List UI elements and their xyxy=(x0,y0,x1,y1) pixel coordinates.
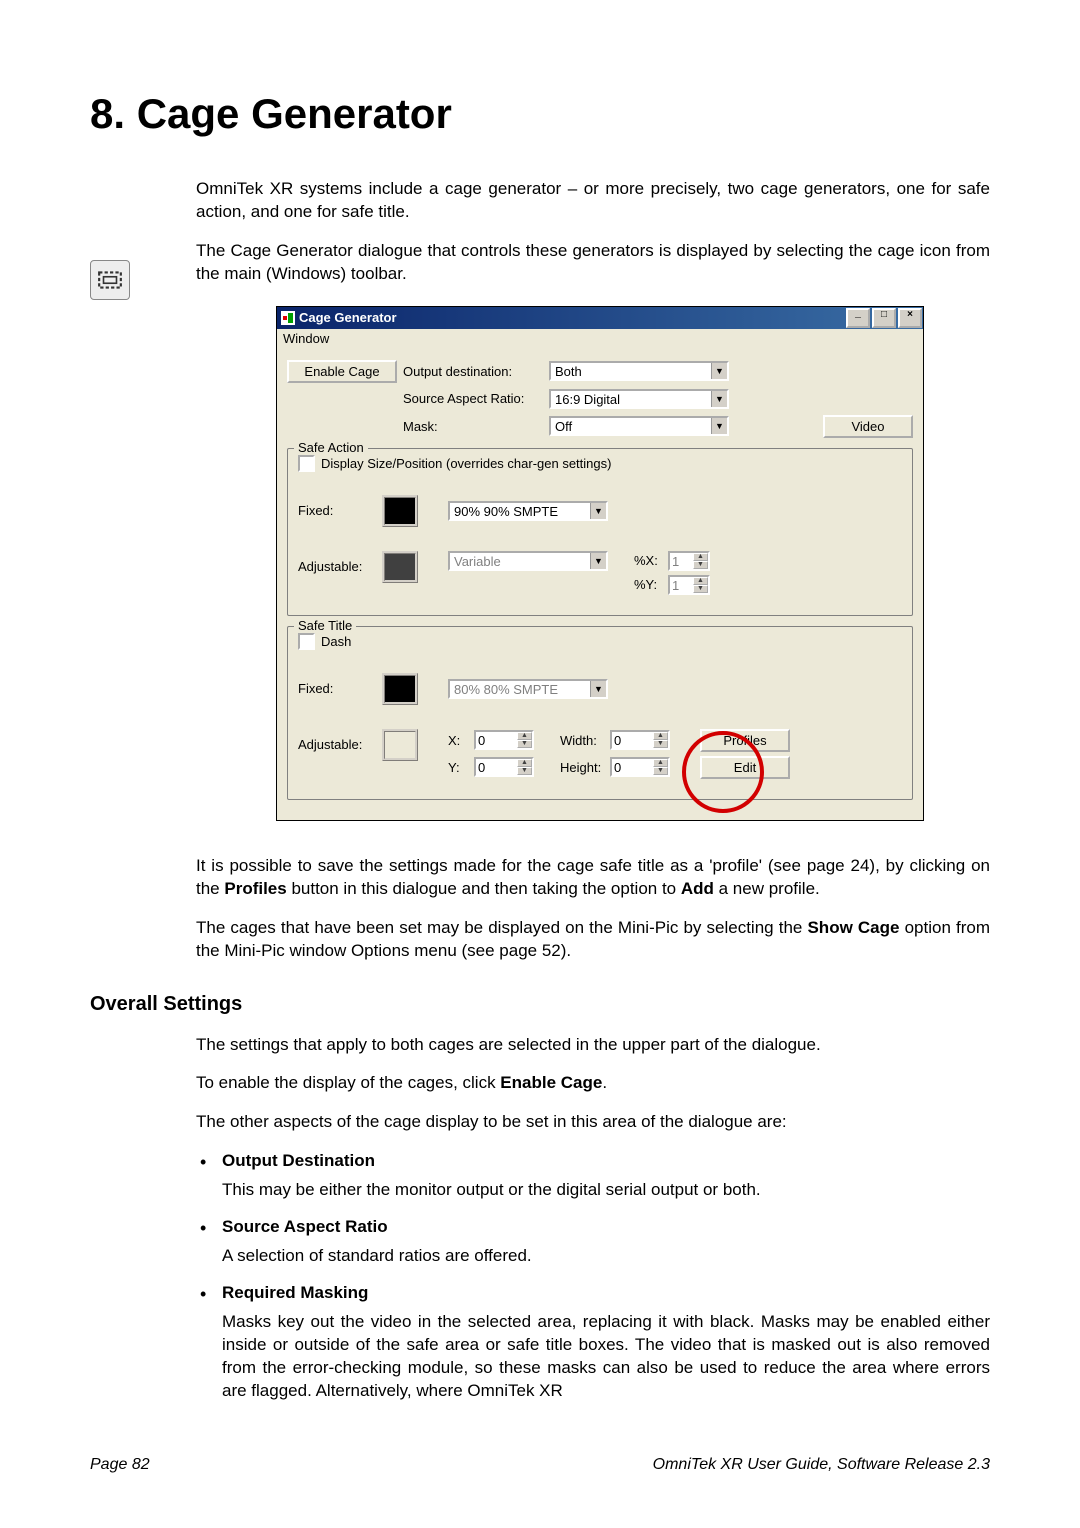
sa-xx-spinner[interactable]: 1 ▲▼ xyxy=(668,551,710,571)
st-width-spinner[interactable]: 0 ▲▼ xyxy=(610,730,670,750)
bullet-required-masking: Required Masking Masks key out the video… xyxy=(222,1282,990,1403)
spinner-down-icon: ▼ xyxy=(653,740,668,748)
overall-p3: The other aspects of the cage display to… xyxy=(196,1111,990,1134)
safe-title-legend: Safe Title xyxy=(294,618,356,633)
cage-generator-dialog: Cage Generator _ □ × Window Enable Cage … xyxy=(276,306,924,821)
sa-fixed-label: Fixed: xyxy=(298,503,376,518)
sa-adjustable-label: Adjustable: xyxy=(298,551,376,574)
display-size-position-checkbox[interactable]: Display Size/Position (overrides char-ge… xyxy=(298,455,611,472)
output-destination-value: Both xyxy=(551,363,711,379)
source-aspect-ratio-value: 16:9 Digital xyxy=(551,391,711,407)
mask-value: Off xyxy=(551,418,711,434)
spinner-down-icon: ▼ xyxy=(693,561,708,569)
spinner-up-icon: ▲ xyxy=(693,577,708,585)
safe-action-group: Safe Action Display Size/Position (overr… xyxy=(287,448,913,616)
st-width-label: Width: xyxy=(560,733,604,748)
st-x-label: X: xyxy=(448,733,468,748)
st-y-value: 0 xyxy=(476,759,517,775)
chevron-down-icon: ▼ xyxy=(590,553,606,569)
st-fixed-color-swatch[interactable] xyxy=(382,673,418,705)
dialog-title: Cage Generator xyxy=(299,310,397,325)
st-x-value: 0 xyxy=(476,732,517,748)
dialog-app-icon xyxy=(281,311,295,325)
footer-page-number: Page 82 xyxy=(90,1456,150,1474)
bullet-output-destination: Output Destination This may be either th… xyxy=(222,1150,990,1202)
annotation-circle-icon xyxy=(682,731,764,813)
minimize-icon[interactable]: _ xyxy=(846,308,870,328)
source-aspect-ratio-label: Source Aspect Ratio: xyxy=(403,391,543,406)
sa-xy-label: %Y: xyxy=(634,577,662,592)
st-adjustable-label: Adjustable: xyxy=(298,729,376,752)
spinner-down-icon: ▼ xyxy=(653,767,668,775)
spinner-up-icon: ▲ xyxy=(517,759,532,767)
overall-settings-heading: Overall Settings xyxy=(90,993,990,1016)
after-p2: The cages that have been set may be disp… xyxy=(196,917,990,963)
mask-dropdown[interactable]: Off ▼ xyxy=(549,416,729,436)
st-fixed-dropdown[interactable]: 80% 80% SMPTE ▼ xyxy=(448,679,608,699)
st-y-spinner[interactable]: 0 ▲▼ xyxy=(474,757,534,777)
after-p1: It is possible to save the settings made… xyxy=(196,855,990,901)
cage-toolbar-icon xyxy=(90,260,130,300)
spinner-up-icon: ▲ xyxy=(653,732,668,740)
restore-icon[interactable]: □ xyxy=(872,308,896,328)
sa-xx-value: 1 xyxy=(670,553,693,569)
output-destination-dropdown[interactable]: Both ▼ xyxy=(549,361,729,381)
chevron-down-icon: ▼ xyxy=(711,418,727,434)
spinner-down-icon: ▼ xyxy=(693,585,708,593)
chapter-title: 8. Cage Generator xyxy=(90,90,990,138)
checkbox-icon xyxy=(298,633,315,650)
st-fixed-value: 80% 80% SMPTE xyxy=(450,681,590,697)
checkbox-icon xyxy=(298,455,315,472)
safe-action-legend: Safe Action xyxy=(294,440,368,455)
safe-title-group: Safe Title Dash Fixed: 80% 80% SMPTE ▼ xyxy=(287,626,913,800)
spinner-down-icon: ▼ xyxy=(517,740,532,748)
st-height-label: Height: xyxy=(560,760,604,775)
st-x-spinner[interactable]: 0 ▲▼ xyxy=(474,730,534,750)
st-fixed-label: Fixed: xyxy=(298,681,376,696)
dash-label: Dash xyxy=(321,634,351,649)
chevron-down-icon: ▼ xyxy=(590,681,606,697)
chevron-down-icon: ▼ xyxy=(590,503,606,519)
source-aspect-ratio-dropdown[interactable]: 16:9 Digital ▼ xyxy=(549,389,729,409)
dash-checkbox[interactable]: Dash xyxy=(298,633,351,650)
dialog-titlebar[interactable]: Cage Generator _ □ × xyxy=(277,307,923,329)
spinner-up-icon: ▲ xyxy=(693,553,708,561)
sa-adjustable-dropdown[interactable]: Variable ▼ xyxy=(448,551,608,571)
video-button[interactable]: Video xyxy=(823,415,913,438)
intro-paragraph-1: OmniTek XR systems include a cage genera… xyxy=(196,178,990,224)
menu-window[interactable]: Window xyxy=(277,329,923,348)
sa-fixed-value: 90% 90% SMPTE xyxy=(450,503,590,519)
footer-doc-title: OmniTek XR User Guide, Software Release … xyxy=(653,1456,990,1474)
display-size-position-label: Display Size/Position (overrides char-ge… xyxy=(321,456,611,471)
intro-paragraph-2: The Cage Generator dialogue that control… xyxy=(196,240,990,286)
sa-fixed-color-swatch[interactable] xyxy=(382,495,418,527)
chevron-down-icon: ▼ xyxy=(711,363,727,379)
sa-xx-label: %X: xyxy=(634,553,662,568)
mask-label: Mask: xyxy=(403,419,543,434)
sa-fixed-dropdown[interactable]: 90% 90% SMPTE ▼ xyxy=(448,501,608,521)
sa-xy-value: 1 xyxy=(670,577,693,593)
close-icon[interactable]: × xyxy=(898,308,922,328)
enable-cage-button[interactable]: Enable Cage xyxy=(287,360,397,383)
st-adjustable-color-swatch[interactable] xyxy=(382,729,418,761)
bullet-source-aspect-ratio: Source Aspect Ratio A selection of stand… xyxy=(222,1216,990,1268)
chevron-down-icon: ▼ xyxy=(711,391,727,407)
st-height-spinner[interactable]: 0 ▲▼ xyxy=(610,757,670,777)
spinner-up-icon: ▲ xyxy=(653,759,668,767)
st-width-value: 0 xyxy=(612,732,653,748)
spinner-down-icon: ▼ xyxy=(517,767,532,775)
sa-adjustable-value: Variable xyxy=(450,553,590,569)
st-height-value: 0 xyxy=(612,759,653,775)
st-y-label: Y: xyxy=(448,760,468,775)
sa-xy-spinner[interactable]: 1 ▲▼ xyxy=(668,575,710,595)
overall-p1: The settings that apply to both cages ar… xyxy=(196,1034,990,1057)
output-destination-label: Output destination: xyxy=(403,364,543,379)
sa-adjustable-color-swatch[interactable] xyxy=(382,551,418,583)
overall-p2: To enable the display of the cages, clic… xyxy=(196,1072,990,1095)
spinner-up-icon: ▲ xyxy=(517,732,532,740)
